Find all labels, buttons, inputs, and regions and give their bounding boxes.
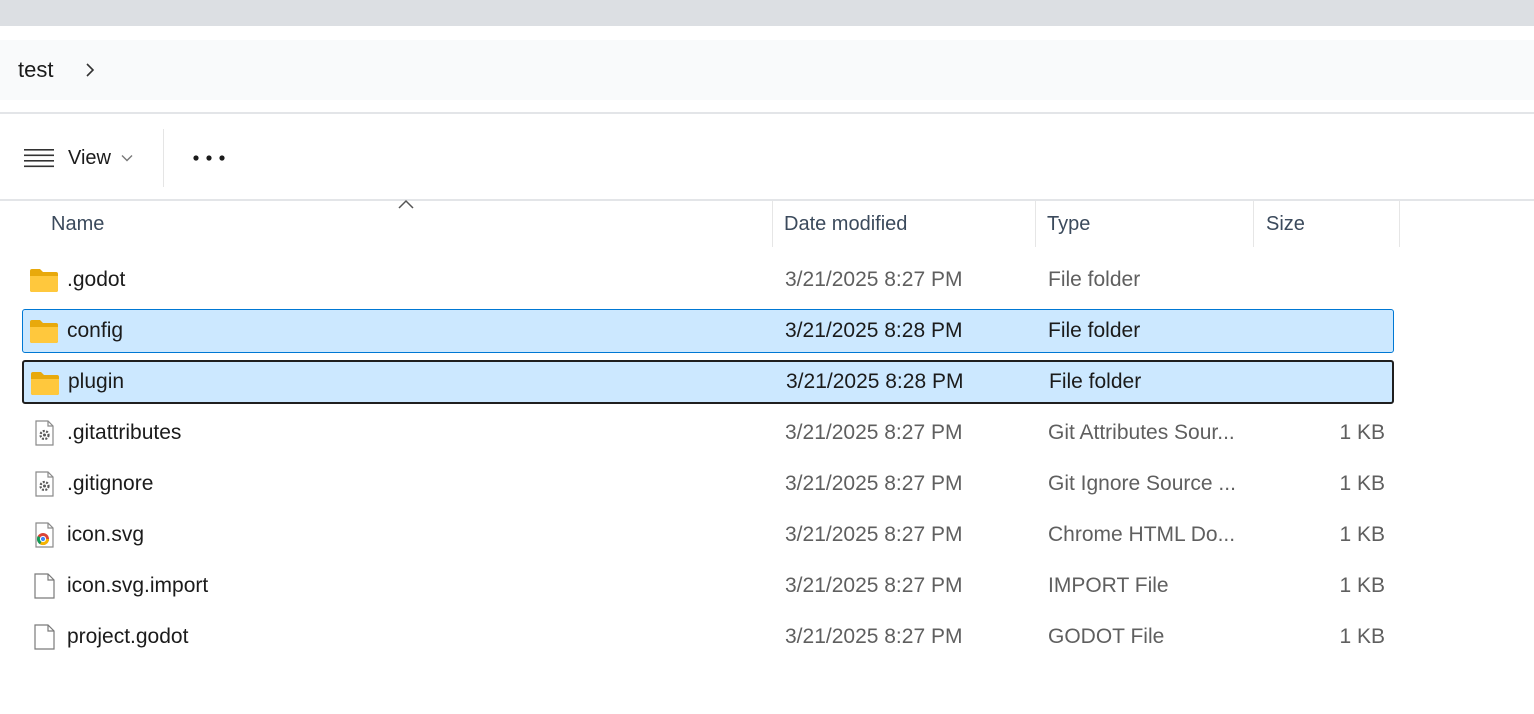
file-type: Git Attributes Sour... [1048, 421, 1235, 444]
blank-file-icon [29, 573, 59, 599]
file-row[interactable]: icon.svg.import 3/21/2025 8:27 PM IMPORT F… [22, 564, 1394, 608]
file-type: File folder [1048, 319, 1141, 342]
address-bar[interactable]: test [0, 40, 1534, 100]
file-name: icon.svg.import [67, 574, 209, 597]
file-row[interactable]: icon.svg 3/21/2025 8:27 PM Chrome HTML Do.… [22, 513, 1394, 557]
file-name: .gitattributes [67, 421, 182, 444]
view-button-label: View [68, 146, 111, 169]
file-date-modified: 3/21/2025 8:27 PM [785, 472, 963, 495]
settings-file-icon [29, 471, 59, 497]
file-size: 1 KB [1339, 523, 1385, 546]
file-name: icon.svg [67, 523, 145, 546]
file-date-modified: 3/21/2025 8:27 PM [785, 625, 963, 648]
file-date-modified: 3/21/2025 8:27 PM [785, 421, 963, 444]
command-bar: View [0, 116, 1534, 200]
file-name: .gitignore [67, 472, 154, 495]
file-date-modified: 3/21/2025 8:27 PM [785, 574, 963, 597]
file-type: File folder [1048, 268, 1141, 291]
breadcrumb-item-test[interactable]: test [18, 57, 53, 83]
file-row[interactable]: plugin 3/21/2025 8:28 PM File folder [22, 360, 1394, 404]
column-resize-handle[interactable] [772, 201, 773, 247]
column-header-type[interactable]: Type [1047, 201, 1247, 247]
file-type: Chrome HTML Do... [1048, 523, 1236, 546]
list-view-icon [24, 149, 54, 168]
file-type: IMPORT File [1048, 574, 1169, 597]
folder-icon [29, 318, 59, 344]
file-name: plugin [68, 370, 125, 393]
column-header-size[interactable]: Size [1266, 201, 1386, 247]
settings-file-icon [29, 420, 59, 446]
view-button[interactable]: View [24, 136, 133, 180]
chrome-file-icon [29, 522, 59, 548]
file-row[interactable]: project.godot 3/21/2025 8:27 PM GODOT File… [22, 615, 1394, 659]
file-size: 1 KB [1339, 421, 1385, 444]
file-name: project.godot [67, 625, 189, 648]
column-header-row: Name Date modified Type Size [0, 201, 1534, 247]
file-type: File folder [1049, 370, 1142, 393]
column-header-name[interactable]: Name [51, 201, 751, 247]
column-resize-handle[interactable] [1399, 201, 1400, 247]
chevron-down-icon [121, 154, 133, 162]
file-type: GODOT File [1048, 625, 1165, 648]
column-header-date-modified[interactable]: Date modified [784, 201, 1024, 247]
file-row[interactable]: .gitattributes 3/21/2025 8:27 PM Git Attri… [22, 411, 1394, 455]
file-name: config [67, 319, 124, 342]
toolbar-separator [163, 129, 164, 187]
file-size: 1 KB [1339, 574, 1385, 597]
blank-file-icon [29, 624, 59, 650]
file-row[interactable]: .gitignore 3/21/2025 8:27 PM Git Ignore So… [22, 462, 1394, 506]
chevron-right-icon[interactable] [83, 63, 97, 77]
folder-icon [30, 370, 60, 396]
more-horizontal-icon [193, 155, 225, 161]
more-options-button[interactable] [192, 136, 226, 180]
file-date-modified: 3/21/2025 8:28 PM [786, 370, 964, 393]
file-size: 1 KB [1339, 472, 1385, 495]
file-date-modified: 3/21/2025 8:27 PM [785, 523, 963, 546]
file-name: .godot [67, 268, 126, 291]
file-size: 1 KB [1339, 625, 1385, 648]
column-resize-handle[interactable] [1035, 201, 1036, 247]
divider [0, 112, 1534, 114]
file-type: Git Ignore Source ... [1048, 472, 1236, 495]
column-resize-handle[interactable] [1253, 201, 1254, 247]
title-bar-strip [0, 0, 1534, 26]
file-date-modified: 3/21/2025 8:27 PM [785, 268, 963, 291]
folder-icon [29, 267, 59, 293]
file-row[interactable]: .godot 3/21/2025 8:27 PM File folder [22, 258, 1394, 302]
file-date-modified: 3/21/2025 8:28 PM [785, 319, 963, 342]
file-row[interactable]: config 3/21/2025 8:28 PM File folder [22, 309, 1394, 353]
